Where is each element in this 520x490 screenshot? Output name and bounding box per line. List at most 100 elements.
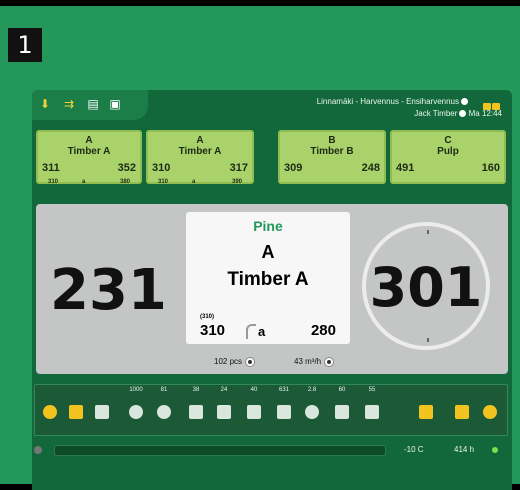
assortment-name: Timber B [310,146,354,157]
current-assortment-code: A [261,242,275,262]
loader-icon [455,405,469,419]
message-bar [54,445,386,456]
assortment-count-right: 248 [361,162,380,174]
head-icon [95,405,109,419]
assortment-code: A [85,135,93,146]
assortment-code: B [328,135,336,146]
log-grade-icon [246,324,256,339]
machine-toolbar: 1000 81 38 24 40 631 2.8 60 55 [34,384,508,436]
operator-text: Jack Timber [414,109,458,118]
pieces-text: 102 pcs [214,357,243,367]
assortment-card[interactable]: C Pulp 491 160 [390,130,506,184]
current-grade: a [258,324,266,339]
printer-icon[interactable]: ▣ [108,97,122,111]
assortment-count-left: 311 [42,162,60,174]
step-number-badge: 1 [8,28,42,62]
minimize-icon[interactable] [483,103,491,110]
length-readout: 301 [369,256,483,319]
temperature-text: -10 C [404,445,424,454]
pieces-toggle-button[interactable] [245,357,256,367]
tool-slot[interactable] [91,387,113,433]
current-sub-label: (310) [200,314,215,320]
top-toolbar: ⬇ ⇉ ▤ ▣ [32,90,148,120]
harvester-app-window: ⬇ ⇉ ▤ ▣ Linnamäki - Harvennus - Ensiharv… [32,90,512,490]
current-value-left: 310 [200,322,226,339]
status-bar: -10 C 414 h [34,442,506,458]
assortment-card[interactable]: A Timber A 310 317 310 a 390 [146,130,254,185]
location-select-icon[interactable] [461,98,468,106]
productivity-text: 43 m³/h [294,357,322,367]
assortment-count-left: 491 [396,162,415,174]
oil-level-icon [247,405,261,419]
window-controls [482,97,500,115]
forward-icon[interactable]: ⇉ [62,97,76,111]
session-info: Linnamäki - Harvennus - Ensiharvennus Ja… [317,96,502,120]
operator-select-icon[interactable] [459,110,467,118]
tool-slot[interactable]: 2.8 [301,387,323,433]
assortment-count-right: 317 [229,162,248,174]
assortment-sub-right: 380 [119,179,130,185]
hydraulic-icon [277,405,291,419]
assortment-sub-grade: a [82,179,86,185]
tool-slot[interactable]: 55 [361,387,383,433]
pieces-stat: 102 pcs [214,357,256,367]
tool-slot[interactable] [451,387,473,433]
assortment-count-left: 309 [284,162,303,174]
measurement-panel: 231 Pine A Timber A (310) 310 a 280 301 … [36,204,508,374]
gauge-tick [427,338,429,342]
tool-slot[interactable] [39,387,61,433]
pressure-icon [129,405,143,419]
crane-icon [365,405,379,419]
assortment-count-left: 310 [152,162,171,174]
gauge-tick [427,230,429,234]
status-led [34,446,42,454]
current-assortment-name: Timber A [227,269,309,290]
productivity-toggle-button[interactable] [324,357,335,367]
download-icon[interactable]: ⬇ [38,97,52,111]
tool-slot[interactable]: 1000 [125,387,147,433]
species-label: Pine [253,218,283,234]
assortment-count-right: 352 [117,162,136,174]
assortment-card[interactable]: A Timber A 311 352 310 a 380 [36,130,142,185]
assortment-name: Pulp [437,146,459,157]
assortment-code: A [196,135,204,146]
screenshot-frame: 1 ⬇ ⇉ ▤ ▣ Linnamäki - Harvennus - Ensiha… [0,6,520,490]
coolant-icon [335,405,349,419]
assortment-card[interactable]: B Timber B 309 248 [278,130,386,184]
tool-slot[interactable] [479,387,501,433]
speed-icon [305,405,319,419]
assortment-name: Timber A [67,146,111,157]
tool-slot[interactable] [415,387,437,433]
location-text: Linnamäki - Harvennus - Ensiharvennus [316,97,459,106]
light-icon [483,405,497,419]
assortment-sub-grade: a [192,179,196,185]
close-icon[interactable] [492,103,500,110]
engine-hours-text: 414 h [454,445,475,454]
diameter-readout: 231 [50,258,167,323]
tool-slot[interactable]: 24 [213,387,235,433]
assortment-sub-left: 310 [48,179,59,185]
productivity-stat: 43 m³/h [294,357,335,367]
fuel-icon [189,405,203,419]
assortment-name: Timber A [178,146,222,157]
tool-slot[interactable]: 81 [153,387,175,433]
assortment-code: C [444,135,452,146]
saw-icon [43,405,57,419]
assortment-count-right: 160 [481,162,500,174]
tool-slot[interactable]: 40 [243,387,265,433]
ok-indicator-icon [492,447,498,453]
tool-slot[interactable]: 631 [273,387,295,433]
assortment-sub-right: 390 [231,179,242,185]
tool-slot[interactable] [65,387,87,433]
menu-icon [419,405,433,419]
assortment-sub-left: 310 [158,179,169,185]
tool-slot[interactable]: 60 [331,387,353,433]
current-assortment-card[interactable]: Pine A Timber A (310) 310 a 280 [186,212,350,344]
feed-icon [69,405,83,419]
files-icon[interactable]: ▤ [86,97,100,111]
rpm-icon [157,405,171,419]
current-value-right: 280 [310,322,336,339]
battery-icon [217,405,231,419]
tool-slot[interactable]: 38 [185,387,207,433]
length-gauge: 301 [362,222,490,350]
